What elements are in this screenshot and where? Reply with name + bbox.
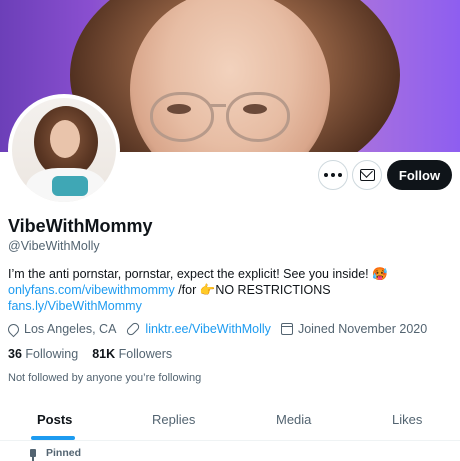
glasses-lens-right — [226, 92, 290, 142]
profile-avatar[interactable] — [8, 94, 120, 206]
following-link[interactable]: 36 Following — [8, 347, 78, 361]
location-text: Los Angeles, CA — [24, 322, 117, 336]
follow-button[interactable]: Follow — [387, 160, 452, 190]
not-followed-notice: Not followed by anyone you’re following — [8, 372, 202, 384]
follow-counts: 36 Following 81K Followers — [8, 347, 172, 361]
tab-media[interactable]: Media — [276, 412, 311, 427]
location-pin-icon — [5, 321, 22, 337]
joined-text: Joined November 2020 — [297, 322, 428, 336]
profile-tabs: Posts Replies Media Likes — [0, 400, 460, 441]
bio-line-2: onlyfans.com/vibewithmommy /for 👉NO REST… — [8, 282, 448, 298]
website-item[interactable]: linktr.ee/VibeWithMolly — [125, 321, 271, 337]
glasses-lens-left — [150, 92, 214, 142]
pinned-label-row: Pinned — [30, 447, 82, 461]
avatar-held-item — [52, 176, 88, 196]
profile-meta: Los Angeles, CA linktr.ee/VibeWithMolly … — [5, 321, 437, 337]
tab-posts[interactable]: Posts — [37, 412, 72, 427]
more-icon — [324, 173, 342, 177]
bio-link-onlyfans[interactable]: onlyfans.com/vibewithmommy — [8, 283, 175, 297]
display-name: VibeWithMommy — [8, 216, 153, 236]
pushpin-icon — [30, 449, 36, 461]
following-count: 36 — [8, 347, 22, 361]
pointing-hand-emoji: 👉 — [199, 283, 216, 297]
link-icon — [125, 321, 142, 337]
profile-bio: I’m the anti pornstar, pornstar, expect … — [8, 266, 448, 314]
more-options-button[interactable] — [318, 160, 348, 190]
glasses-bridge — [210, 104, 226, 107]
active-tab-indicator — [31, 436, 75, 440]
bio-link-fansly[interactable]: fans.ly/VibeWithMommy — [8, 299, 142, 313]
bio-for-text: /for — [174, 283, 200, 297]
envelope-icon — [359, 169, 375, 181]
message-button[interactable] — [352, 160, 382, 190]
website-link[interactable]: linktr.ee/VibeWithMolly — [145, 322, 271, 336]
following-label: Following — [25, 347, 79, 361]
followers-count: 81K — [92, 347, 116, 361]
followers-label: Followers — [118, 347, 173, 361]
bio-line-1: I’m the anti pornstar, pornstar, expect … — [8, 267, 388, 281]
user-handle: @VibeWithMolly — [8, 239, 100, 253]
location-item: Los Angeles, CA — [5, 321, 117, 337]
bio-restrictions-text: NO RESTRICTIONS — [215, 283, 331, 297]
calendar-icon — [280, 323, 293, 335]
joined-item: Joined November 2020 — [280, 322, 428, 336]
tab-replies[interactable]: Replies — [152, 412, 195, 427]
bio-line-3: fans.ly/VibeWithMommy — [8, 298, 448, 314]
tab-likes[interactable]: Likes — [392, 412, 422, 427]
avatar-face — [50, 120, 80, 158]
pinned-label: Pinned — [46, 447, 82, 459]
followers-link[interactable]: 81K Followers — [92, 347, 172, 361]
